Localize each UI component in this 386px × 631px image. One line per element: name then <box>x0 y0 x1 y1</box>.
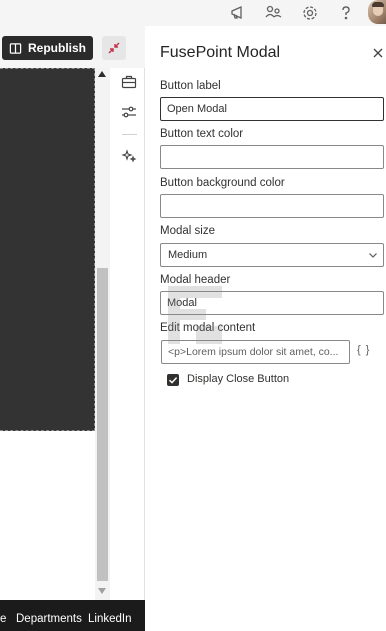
button-bg-color-input[interactable] <box>160 194 384 218</box>
sliders-icon[interactable] <box>121 104 137 120</box>
button-bg-color-label: Button background color <box>160 177 285 189</box>
help-icon[interactable] <box>336 3 356 23</box>
code-braces-icon[interactable]: { } <box>357 344 370 356</box>
vertical-scrollbar[interactable] <box>95 68 110 600</box>
button-label-input[interactable] <box>160 97 384 121</box>
panel-title: FusePoint Modal <box>160 44 281 61</box>
checkmark-icon <box>168 377 178 384</box>
button-label-label: Button label <box>160 80 221 92</box>
side-rail <box>115 68 145 631</box>
scroll-up-arrow[interactable] <box>98 71 106 77</box>
fusepoint-watermark <box>168 286 222 344</box>
org-chart-icon[interactable] <box>264 3 284 23</box>
footer-link[interactable]: e <box>0 613 6 625</box>
button-text-color-label: Button text color <box>160 128 244 140</box>
scroll-down-arrow[interactable] <box>98 588 106 594</box>
footer-link-departments[interactable]: Departments <box>16 613 82 625</box>
republish-label: Republish <box>27 41 86 55</box>
avatar[interactable] <box>368 0 386 24</box>
settings-icon[interactable] <box>300 3 320 23</box>
megaphone-icon[interactable] <box>228 3 248 23</box>
modal-header-label: Modal header <box>160 274 231 286</box>
display-close-label: Display Close Button <box>187 373 290 385</box>
collapse-icon <box>108 42 120 54</box>
republish-button[interactable]: Republish <box>2 36 93 60</box>
modal-size-select[interactable]: Medium <box>160 243 384 267</box>
page-area <box>0 431 95 600</box>
site-footer: e Departments LinkedIn <box>0 600 145 631</box>
book-icon <box>9 42 22 54</box>
modal-size-value: Medium <box>168 249 208 261</box>
collapse-button[interactable] <box>102 36 126 60</box>
toolbox-icon[interactable] <box>121 74 137 90</box>
rail-divider <box>122 134 137 135</box>
chevron-down-icon <box>368 250 378 260</box>
web-part-canvas[interactable] <box>0 68 95 431</box>
footer-link-linkedin[interactable]: LinkedIn <box>88 613 131 625</box>
top-bar <box>0 0 386 26</box>
close-icon[interactable] <box>371 46 385 60</box>
display-close-checkbox[interactable] <box>167 374 179 386</box>
button-text-color-input[interactable] <box>160 145 384 169</box>
sparkle-icon[interactable] <box>121 148 137 164</box>
modal-size-label: Modal size <box>160 225 215 237</box>
scroll-thumb[interactable] <box>97 268 108 581</box>
